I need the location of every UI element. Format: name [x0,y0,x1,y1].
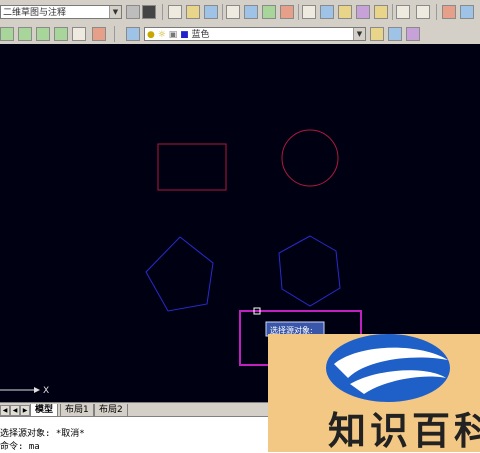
workspace-combo[interactable]: 二维草图与注释 ▼ [0,5,122,19]
command-prompt[interactable]: 命令: ma [0,439,40,452]
ucs-arrow-icon [34,387,40,393]
workspace-settings-icon[interactable] [126,5,140,19]
hexagon-shape[interactable] [278,235,341,307]
color-swatch-icon: ■ [180,30,189,40]
layer-combo[interactable]: ● ☼ ▣ ■ 蓝色 ▼ [144,27,366,41]
plot-icon[interactable] [280,5,294,19]
match-properties-icon[interactable] [356,5,370,19]
toolbar-separator [114,26,115,42]
watermark-text: 知识百科 [328,409,480,452]
lightbulb-icon: ● [147,30,155,40]
cut-icon[interactable] [302,5,316,19]
layers-toolbar: ● ☼ ▣ ■ 蓝色 ▼ [0,24,480,45]
layer-isolate-icon[interactable] [92,27,106,41]
layer-match-icon[interactable] [54,27,68,41]
first-tab-icon[interactable]: ◀ [0,405,10,416]
next-tab-icon[interactable]: ▶ [20,405,30,416]
lock-icon: ▣ [168,30,178,40]
sun-icon: ☼ [157,30,166,40]
print-icon[interactable] [226,5,240,19]
brush-icon[interactable] [374,5,388,19]
workspace-combo-value: 二维草图与注释 [3,8,67,18]
layer-walk-icon[interactable] [406,27,420,41]
layer-manager-icon[interactable] [126,27,140,41]
prev-tab-icon[interactable]: ◀ [10,405,20,416]
redo-icon[interactable] [416,5,430,19]
paste-icon[interactable] [338,5,352,19]
make-current-icon[interactable] [370,27,384,41]
watermark-overlay: 知识百科 [268,334,480,452]
undo-icon[interactable] [396,5,410,19]
standard-toolbar: 二维草图与注释 ▼ [0,0,480,25]
layer-state-icon[interactable] [18,27,32,41]
new-file-icon[interactable] [168,5,182,19]
layer-color-value: 蓝色 [191,30,210,40]
preview-icon[interactable] [244,5,258,19]
circle-shape[interactable] [281,129,339,187]
chevron-down-icon: ▼ [109,6,121,18]
copy-icon[interactable] [320,5,334,19]
publish-icon[interactable] [262,5,276,19]
toolbar-separator [392,4,393,20]
layer-previous-icon[interactable] [388,27,402,41]
pentagon-shape[interactable] [145,236,214,312]
layer-copy-icon[interactable] [72,27,86,41]
open-file-icon[interactable] [186,5,200,19]
rectangle-shape[interactable] [157,143,227,191]
layer-icon[interactable] [0,27,14,41]
gear-icon[interactable] [142,5,156,19]
pan-icon[interactable] [442,5,456,19]
toolbar-separator [222,4,223,20]
toolbar-separator [162,4,163,20]
chevron-down-icon: ▼ [353,28,365,40]
ucs-x-label: X [43,386,49,396]
zoom-icon[interactable] [460,5,474,19]
layer-previous-icon[interactable] [36,27,50,41]
command-history: 选择源对象: *取消* [0,429,85,439]
toolbar-separator [436,4,437,20]
toolbar-separator [298,4,299,20]
save-icon[interactable] [204,5,218,19]
